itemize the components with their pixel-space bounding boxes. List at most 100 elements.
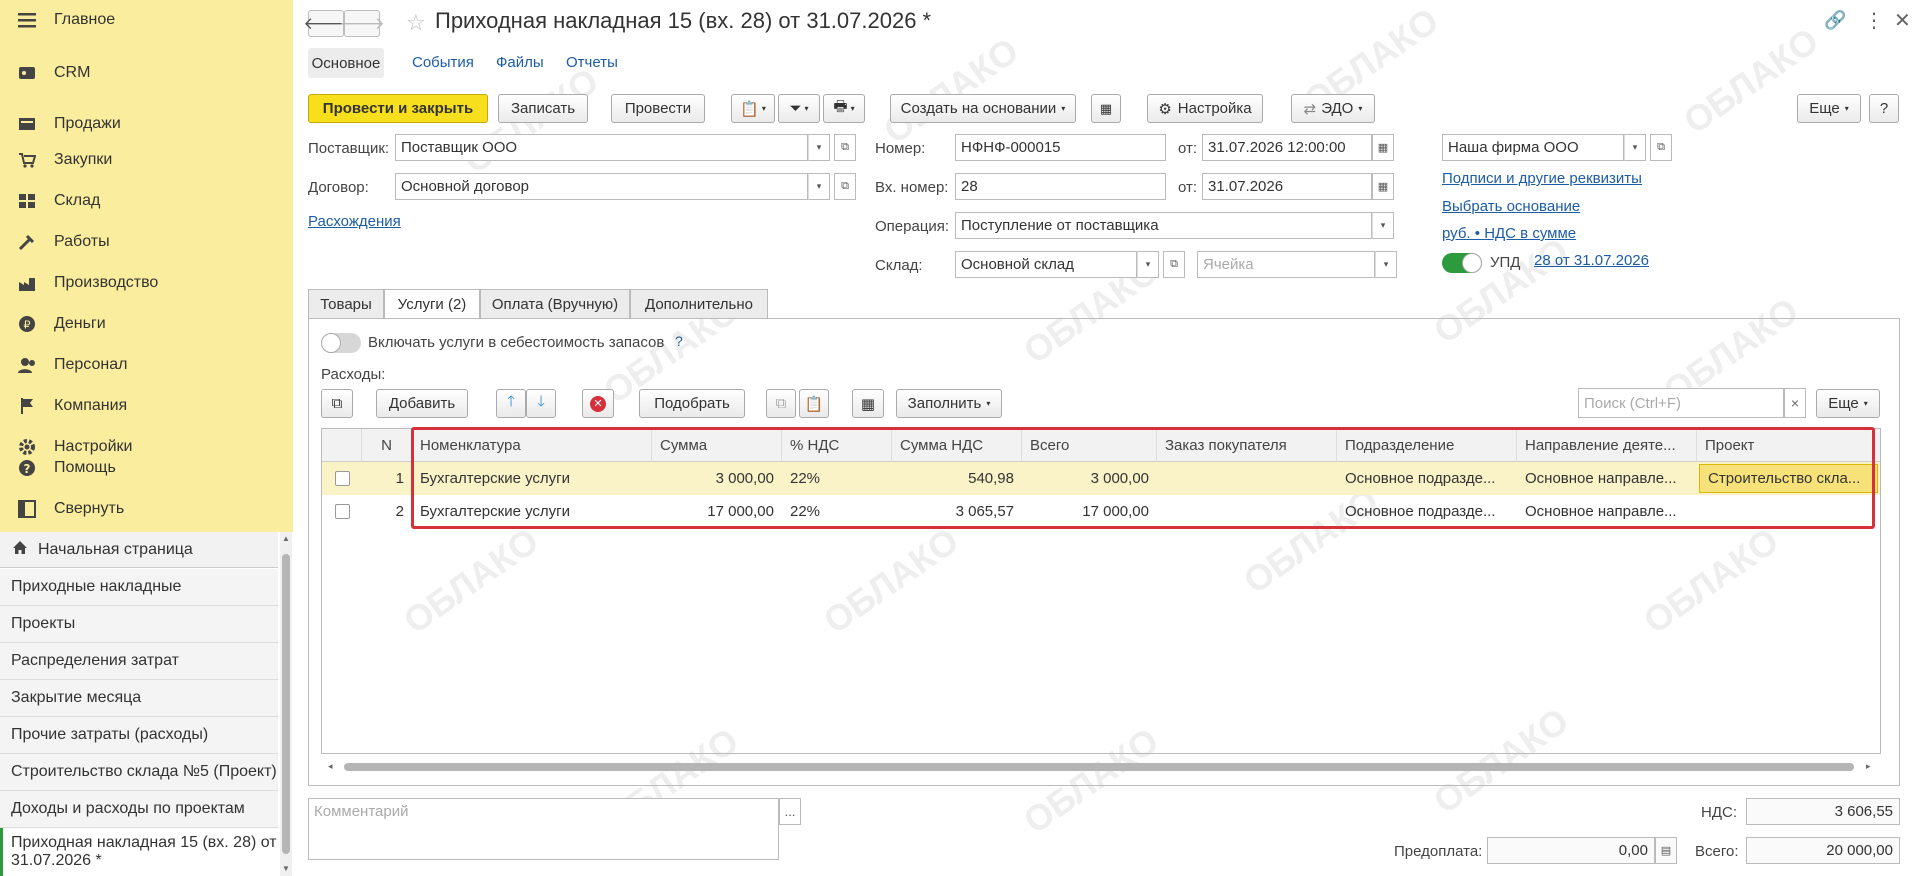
- tab-payment[interactable]: Оплата (Вручную): [480, 289, 630, 319]
- section-company[interactable]: Компания: [0, 387, 293, 425]
- favorite-star-icon[interactable]: ☆: [406, 10, 426, 36]
- scroll-left-icon[interactable]: ◂: [328, 761, 333, 772]
- tab-main[interactable]: Основное: [308, 48, 384, 78]
- section-main[interactable]: Главное: [0, 1, 293, 39]
- section-purchases[interactable]: Закупки: [0, 141, 293, 179]
- print-menu-button[interactable]: 🖶 ▾: [823, 94, 865, 123]
- choose-basis-link[interactable]: Выбрать основание: [1442, 198, 1580, 215]
- column-header-total[interactable]: Всего: [1022, 429, 1157, 462]
- column-header-item[interactable]: Номенклатура: [412, 429, 652, 462]
- post-and-close-button[interactable]: Провести и закрыть: [308, 94, 488, 123]
- close-icon[interactable]: ✕: [1894, 8, 1911, 33]
- cell-total[interactable]: 17 000,00: [1022, 495, 1157, 528]
- cell-vat-sum[interactable]: 540,98: [892, 462, 1022, 495]
- section-production[interactable]: Производство: [0, 264, 293, 302]
- scroll-right-icon[interactable]: ▸: [1866, 761, 1871, 772]
- operation-dropdown[interactable]: ▾: [1372, 212, 1394, 239]
- cell-vat-rate[interactable]: 22%: [782, 462, 892, 495]
- tab-files[interactable]: Файлы: [496, 54, 544, 71]
- attach-menu-button[interactable]: 📋 ▾: [731, 94, 775, 123]
- cell-vat-rate[interactable]: 22%: [782, 495, 892, 528]
- tab-events[interactable]: События: [412, 54, 474, 71]
- fill-table-icon-button[interactable]: ▦: [852, 389, 884, 418]
- include-services-help[interactable]: ?: [675, 333, 683, 349]
- date-field[interactable]: 31.07.2026 12:00:00: [1202, 134, 1372, 161]
- section-crm[interactable]: CRM: [0, 54, 293, 92]
- table-more-button[interactable]: Еще ▾: [1816, 389, 1880, 418]
- tab-reports[interactable]: Отчеты: [566, 54, 618, 71]
- link-icon[interactable]: 🔗: [1824, 10, 1846, 31]
- column-header-sum[interactable]: Сумма: [652, 429, 782, 462]
- comment-field[interactable]: Комментарий: [308, 798, 779, 860]
- cell-order[interactable]: [1157, 495, 1337, 528]
- post-button[interactable]: Провести: [611, 94, 705, 123]
- upd-toggle[interactable]: [1442, 253, 1482, 273]
- column-header-order[interactable]: Заказ покупателя: [1157, 429, 1337, 462]
- cell-total[interactable]: 3 000,00: [1022, 462, 1157, 495]
- warehouse-open-button[interactable]: ⧉: [1163, 251, 1185, 278]
- column-header-direction[interactable]: Направление деяте...: [1517, 429, 1697, 462]
- scroll-up-icon[interactable]: ▲: [282, 534, 290, 543]
- in-number-field[interactable]: 28: [955, 173, 1166, 200]
- warehouse-dropdown[interactable]: ▾: [1137, 251, 1159, 278]
- operation-field[interactable]: Поступление от поставщика: [955, 212, 1372, 239]
- edo-button[interactable]: ⇄ ЭДО ▾: [1291, 94, 1375, 123]
- company-open-button[interactable]: ⧉: [1650, 134, 1672, 161]
- delete-row-button[interactable]: ✕: [582, 389, 614, 418]
- upd-link[interactable]: 28 от 31.07.2026: [1534, 252, 1649, 269]
- contract-dropdown[interactable]: ▾: [808, 173, 830, 200]
- window-item[interactable]: Закрытие месяца: [0, 680, 278, 717]
- row-checkbox[interactable]: [322, 462, 362, 495]
- table-row[interactable]: 1 Бухгалтерские услуги 3 000,00 22% 540,…: [322, 462, 1880, 495]
- copy-button[interactable]: ⧉: [766, 389, 796, 418]
- supplier-open-button[interactable]: ⧉: [834, 134, 856, 161]
- move-up-button[interactable]: 🡑: [496, 389, 526, 418]
- cell-item[interactable]: Бухгалтерские услуги: [412, 495, 652, 528]
- scroll-thumb[interactable]: [282, 554, 290, 854]
- cell-project[interactable]: [1697, 495, 1880, 528]
- cell-project[interactable]: Строительство скла...: [1699, 464, 1878, 493]
- forward-button[interactable]: 🡒: [339, 10, 385, 37]
- search-input[interactable]: Поиск (Ctrl+F): [1578, 388, 1784, 418]
- column-header-department[interactable]: Подразделение: [1337, 429, 1517, 462]
- more-vertical-icon[interactable]: ⋮: [1864, 8, 1884, 33]
- tab-goods[interactable]: Товары: [308, 289, 384, 319]
- section-personnel[interactable]: Персонал: [0, 346, 293, 384]
- pick-button[interactable]: Подобрать: [639, 389, 745, 418]
- add-button[interactable]: Добавить: [376, 389, 468, 418]
- tab-services[interactable]: Услуги (2): [384, 289, 480, 319]
- discrepancies-link[interactable]: Расхождения: [308, 213, 401, 230]
- cell-department[interactable]: Основное подразде...: [1337, 495, 1517, 528]
- more-button[interactable]: Еще ▾: [1797, 94, 1861, 123]
- company-field[interactable]: Наша фирма ООО: [1442, 134, 1624, 161]
- in-date-field[interactable]: 31.07.2026: [1202, 173, 1372, 200]
- column-header-vat-rate[interactable]: % НДС: [782, 429, 892, 462]
- contract-field[interactable]: Основной договор: [395, 173, 808, 200]
- comment-expand-button[interactable]: ...: [779, 798, 801, 825]
- cell-direction[interactable]: Основное направле...: [1517, 462, 1697, 495]
- column-header-n[interactable]: N: [362, 429, 412, 462]
- section-warehouse[interactable]: Склад: [0, 182, 293, 220]
- include-services-toggle[interactable]: [321, 333, 361, 353]
- cell-item[interactable]: Бухгалтерские услуги: [412, 462, 652, 495]
- cell-dropdown[interactable]: ▾: [1375, 251, 1397, 278]
- cell-sum[interactable]: 3 000,00: [652, 462, 782, 495]
- help-button[interactable]: ?: [1869, 94, 1899, 123]
- settings-button[interactable]: ⚙ Настройка: [1147, 94, 1263, 123]
- vat-mode-link[interactable]: руб. • НДС в сумме: [1442, 225, 1576, 242]
- window-item[interactable]: Прочие затраты (расходы): [0, 717, 278, 754]
- cell-order[interactable]: [1157, 462, 1337, 495]
- supplier-field[interactable]: Поставщик ООО: [395, 134, 808, 161]
- prepayment-calc-button[interactable]: ▤: [1655, 837, 1677, 864]
- supplier-dropdown[interactable]: ▾: [808, 134, 830, 161]
- window-item[interactable]: Доходы и расходы по проектам: [0, 791, 278, 828]
- window-item[interactable]: Строительство склада №5 (Проект): [0, 754, 278, 791]
- create-based-on-button[interactable]: Создать на основании ▾: [890, 94, 1076, 123]
- section-money[interactable]: ₽ Деньги: [0, 305, 293, 343]
- contract-open-button[interactable]: ⧉: [834, 173, 856, 200]
- copy-rows-button[interactable]: ⧉: [321, 389, 353, 418]
- structure-button[interactable]: ▦: [1091, 94, 1121, 123]
- fill-button[interactable]: Заполнить ▾: [896, 389, 1002, 418]
- section-help[interactable]: ? Помощь: [0, 449, 293, 487]
- home-page-item[interactable]: Начальная страница: [0, 532, 278, 568]
